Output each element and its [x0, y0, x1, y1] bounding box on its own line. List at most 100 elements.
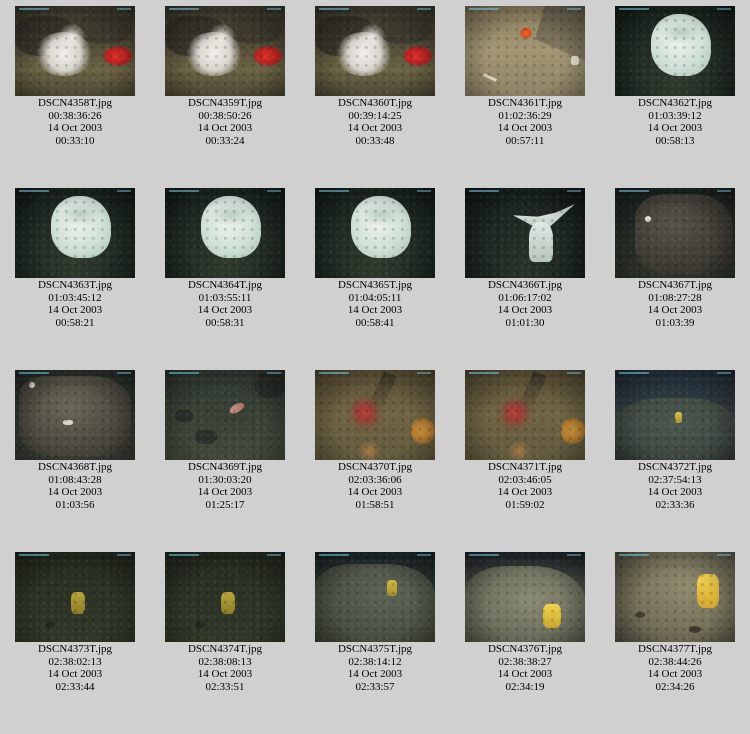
photo-detail	[19, 8, 49, 10]
thumbnail-filename: DSCN4365T.jpg	[337, 279, 413, 291]
photo-detail	[315, 370, 435, 460]
photo-detail	[619, 190, 649, 192]
thumbnail-date: 14 Oct 2003	[47, 486, 103, 499]
thumbnail-elapsed-time: 02:34:19	[505, 680, 545, 693]
thumbnail-filename: DSCN4364T.jpg	[187, 279, 263, 291]
thumbnail-date: 14 Oct 2003	[647, 122, 703, 135]
thumbnail-date: 14 Oct 2003	[347, 304, 403, 317]
thumbnail-timecode: 02:38:14:12	[348, 655, 402, 668]
thumbnail-image-link[interactable]	[315, 552, 435, 642]
thumbnail-grid: DSCN4358T.jpg 00:38:36:26 14 Oct 2003 00:33…	[0, 0, 750, 734]
photo-detail	[567, 554, 581, 556]
thumbnail-date: 14 Oct 2003	[497, 486, 553, 499]
photo-detail	[15, 188, 135, 278]
photo-detail	[619, 554, 649, 556]
photo-detail	[615, 188, 735, 278]
thumbnail-timecode: 02:38:38:27	[498, 655, 552, 668]
thumbnail-image-link[interactable]	[465, 552, 585, 642]
thumbnail-image-link[interactable]	[15, 552, 135, 642]
thumbnail-image-link[interactable]	[315, 370, 435, 460]
thumbnail-timecode: 01:03:45:12	[48, 291, 102, 304]
thumbnail-cell: DSCN4365T.jpg 01:04:05:11 14 Oct 2003 00:58…	[300, 182, 450, 329]
thumbnail-image-link[interactable]	[165, 370, 285, 460]
photo-detail	[615, 552, 735, 642]
thumbnail-elapsed-time: 01:03:56	[55, 498, 95, 511]
thumbnail-date: 14 Oct 2003	[47, 304, 103, 317]
thumbnail-elapsed-time: 02:33:57	[355, 680, 395, 693]
thumbnail-filename: DSCN4375T.jpg	[337, 643, 413, 655]
thumbnail-filename: DSCN4368T.jpg	[37, 461, 113, 473]
photo-detail	[169, 190, 199, 192]
thumbnail-filename: DSCN4363T.jpg	[37, 279, 113, 291]
thumbnail-cell: DSCN4371T.jpg 02:03:46:05 14 Oct 2003 01:59…	[450, 364, 600, 511]
thumbnail-image-link[interactable]	[165, 188, 285, 278]
thumbnail-image-link[interactable]	[615, 552, 735, 642]
thumbnail-elapsed-time: 02:33:51	[205, 680, 245, 693]
photo-detail	[717, 372, 731, 374]
thumbnail-caption: DSCN4358T.jpg 00:38:36:26 14 Oct 2003 00:33…	[0, 97, 150, 147]
photo-detail	[165, 6, 285, 96]
thumbnail-cell: DSCN4374T.jpg 02:38:08:13 14 Oct 2003 02:33…	[150, 546, 300, 693]
thumbnail-timecode: 00:39:14:25	[348, 109, 402, 122]
photo-detail	[267, 8, 281, 10]
thumbnail-image-link[interactable]	[465, 370, 585, 460]
thumbnail-filename: DSCN4372T.jpg	[637, 461, 713, 473]
thumbnail-image-link[interactable]	[465, 188, 585, 278]
thumbnail-elapsed-time: 00:33:10	[55, 134, 95, 147]
thumbnail-date: 14 Oct 2003	[197, 304, 253, 317]
thumbnail-image-link[interactable]	[165, 6, 285, 96]
thumbnail-image-link[interactable]	[165, 552, 285, 642]
thumbnail-date: 14 Oct 2003	[347, 486, 403, 499]
photo-detail	[319, 190, 349, 192]
thumbnail-caption: DSCN4365T.jpg 01:04:05:11 14 Oct 2003 00:58…	[300, 279, 450, 329]
thumbnail-image-link[interactable]	[315, 6, 435, 96]
thumbnail-elapsed-time: 00:58:21	[55, 316, 95, 329]
photo-detail	[717, 190, 731, 192]
thumbnail-filename: DSCN4369T.jpg	[187, 461, 263, 473]
thumbnail-elapsed-time: 01:59:02	[505, 498, 545, 511]
photo-detail	[619, 372, 649, 374]
photo-detail	[15, 370, 135, 460]
thumbnail-image-link[interactable]	[465, 6, 585, 96]
thumbnail-image-link[interactable]	[315, 188, 435, 278]
thumbnail-image-link[interactable]	[15, 370, 135, 460]
photo-detail	[417, 372, 431, 374]
thumbnail-timecode: 02:38:02:13	[48, 655, 102, 668]
photo-detail	[319, 554, 349, 556]
thumbnail-filename: DSCN4370T.jpg	[337, 461, 413, 473]
thumbnail-filename: DSCN4362T.jpg	[637, 97, 713, 109]
thumbnail-date: 14 Oct 2003	[47, 122, 103, 135]
thumbnail-filename: DSCN4374T.jpg	[187, 643, 263, 655]
thumbnail-cell: DSCN4364T.jpg 01:03:55:11 14 Oct 2003 00:58…	[150, 182, 300, 329]
photo-detail	[19, 190, 49, 192]
photo-detail	[117, 554, 131, 556]
thumbnail-cell: DSCN4360T.jpg 00:39:14:25 14 Oct 2003 00:33…	[300, 0, 450, 147]
thumbnail-date: 14 Oct 2003	[347, 668, 403, 681]
thumbnail-filename: DSCN4377T.jpg	[637, 643, 713, 655]
thumbnail-image-link[interactable]	[615, 370, 735, 460]
thumbnail-caption: DSCN4375T.jpg 02:38:14:12 14 Oct 2003 02:33…	[300, 643, 450, 693]
thumbnail-image-link[interactable]	[615, 188, 735, 278]
photo-detail	[169, 554, 199, 556]
photo-detail	[169, 8, 199, 10]
photo-detail	[117, 8, 131, 10]
thumbnail-caption: DSCN4372T.jpg 02:37:54:13 14 Oct 2003 02:33…	[600, 461, 750, 511]
thumbnail-timecode: 02:38:44:26	[648, 655, 702, 668]
thumbnail-cell: DSCN4368T.jpg 01:08:43:28 14 Oct 2003 01:03…	[0, 364, 150, 511]
thumbnail-date: 14 Oct 2003	[647, 668, 703, 681]
thumbnail-cell: DSCN4367T.jpg 01:08:27:28 14 Oct 2003 01:03…	[600, 182, 750, 329]
thumbnail-elapsed-time: 01:58:51	[355, 498, 395, 511]
thumbnail-cell: DSCN4362T.jpg 01:03:39:12 14 Oct 2003 00:58…	[600, 0, 750, 147]
thumbnail-filename: DSCN4376T.jpg	[487, 643, 563, 655]
thumbnail-timecode: 01:08:27:28	[648, 291, 702, 304]
photo-detail	[117, 190, 131, 192]
thumbnail-filename: DSCN4360T.jpg	[337, 97, 413, 109]
thumbnail-image-link[interactable]	[615, 6, 735, 96]
thumbnail-caption: DSCN4361T.jpg 01:02:36:29 14 Oct 2003 00:57…	[450, 97, 600, 147]
thumbnail-caption: DSCN4374T.jpg 02:38:08:13 14 Oct 2003 02:33…	[150, 643, 300, 693]
photo-detail	[417, 8, 431, 10]
thumbnail-image-link[interactable]	[15, 6, 135, 96]
thumbnail-image-link[interactable]	[15, 188, 135, 278]
photo-detail	[465, 188, 585, 278]
photo-detail	[465, 6, 585, 96]
